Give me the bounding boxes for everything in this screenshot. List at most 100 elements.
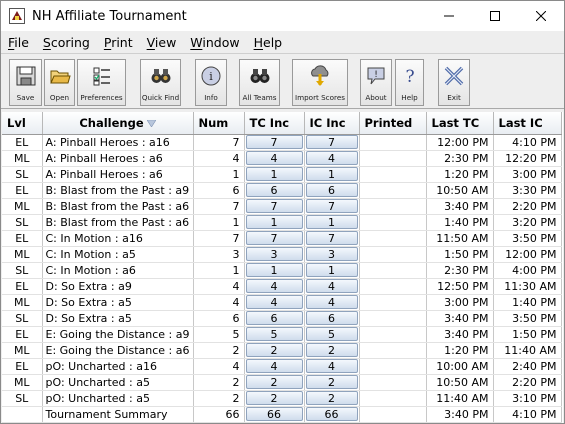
- challenge-cell: pO: Uncharted : a5: [42, 374, 194, 391]
- table-row[interactable]: ML pO: Uncharted : a5 2 2 2 10:50 AM 2:20 PM: [2, 374, 562, 391]
- menu-print[interactable]: Print: [104, 35, 133, 50]
- menu-scoring[interactable]: Scoring: [43, 35, 90, 50]
- menu-view[interactable]: View: [147, 35, 177, 50]
- last-ic-cell: 11:30 AM: [493, 278, 562, 295]
- printed-cell: [359, 374, 427, 391]
- ic-inc-button[interactable]: 7: [305, 199, 358, 213]
- maximize-button[interactable]: [472, 1, 518, 31]
- preferences-button[interactable]: Preferences: [77, 59, 126, 106]
- tc-inc-button[interactable]: 4: [245, 279, 303, 293]
- summary-row[interactable]: Tournament Summary 66 66 66 3:40 PM 4:10 PM: [2, 406, 562, 423]
- open-button[interactable]: Open: [44, 59, 75, 106]
- ic-inc-button[interactable]: 7: [305, 231, 358, 245]
- column-header-tc-inc[interactable]: TC Inc: [244, 112, 305, 135]
- last-tc-cell: 10:50 AM: [426, 374, 494, 391]
- tc-inc-button[interactable]: 4: [245, 295, 303, 309]
- table-row[interactable]: SL B: Blast from the Past : a6 1 1 1 1:40 PM 3…: [2, 214, 562, 231]
- column-header-num[interactable]: Num: [193, 112, 245, 135]
- save-button[interactable]: Save: [9, 59, 42, 106]
- tc-inc-button[interactable]: 3: [245, 247, 303, 261]
- column-header-printed[interactable]: Printed: [359, 112, 427, 135]
- tc-inc-button[interactable]: 2: [245, 375, 303, 389]
- lvl-cell: ML: [2, 246, 43, 263]
- table-row[interactable]: SL pO: Uncharted : a5 2 2 2 11:40 AM 3:10 PM: [2, 390, 562, 407]
- lvl-cell: ML: [2, 342, 43, 359]
- ic-inc-button[interactable]: 1: [305, 263, 358, 277]
- lvl-cell: EL: [2, 134, 43, 151]
- tc-inc-button[interactable]: 4: [245, 359, 303, 373]
- ic-inc-button[interactable]: 4: [305, 279, 358, 293]
- ic-inc-button[interactable]: 5: [305, 327, 358, 341]
- tc-inc-button[interactable]: 2: [245, 343, 303, 357]
- ic-inc-button[interactable]: 4: [305, 151, 358, 165]
- table-row[interactable]: SL C: In Motion : a6 1 1 1 2:30 PM 4:00 PM: [2, 262, 562, 279]
- ic-inc-button[interactable]: 3: [305, 247, 358, 261]
- tc-inc-button[interactable]: 1: [245, 263, 303, 277]
- last-tc-cell: 3:00 PM: [426, 294, 494, 311]
- tc-inc-button[interactable]: 2: [245, 391, 303, 405]
- table-row[interactable]: EL A: Pinball Heroes : a16 7 7 7 12:00 PM 4:10…: [2, 134, 562, 151]
- num-cell: 1: [193, 214, 245, 231]
- about-button[interactable]: ! About: [360, 59, 392, 106]
- tc-inc-button[interactable]: 5: [245, 327, 303, 341]
- tc-inc-button[interactable]: 6: [245, 183, 303, 197]
- ic-inc-button[interactable]: 1: [305, 215, 358, 229]
- table-row[interactable]: ML D: So Extra : a5 4 4 4 3:00 PM 1:40 PM: [2, 294, 562, 311]
- column-header-ic-inc[interactable]: IC Inc: [304, 112, 360, 135]
- table-row[interactable]: ML A: Pinball Heroes : a6 4 4 4 2:30 PM 12:20 …: [2, 150, 562, 167]
- ic-inc-button[interactable]: 4: [305, 295, 358, 309]
- table-row[interactable]: EL pO: Uncharted : a16 4 4 4 10:00 AM 2:40 PM: [2, 358, 562, 375]
- table-row[interactable]: SL D: So Extra : a5 6 6 6 3:40 PM 3:50 PM: [2, 310, 562, 327]
- printed-cell: [359, 166, 427, 183]
- menu-help[interactable]: Help: [254, 35, 283, 50]
- printed-cell: [359, 358, 427, 375]
- table-row[interactable]: EL B: Blast from the Past : a9 6 6 6 10:50 AM…: [2, 182, 562, 199]
- tc-inc-button[interactable]: 66: [245, 407, 303, 421]
- help-button[interactable]: ? Help: [395, 59, 424, 106]
- table-row[interactable]: ML E: Going the Distance : a6 2 2 2 1:20 PM 11…: [2, 342, 562, 359]
- column-header-last-ic[interactable]: Last IC: [493, 112, 562, 135]
- all-teams-button[interactable]: All Teams: [239, 59, 280, 106]
- table-row[interactable]: EL D: So Extra : a9 4 4 4 12:50 PM 11:30 AM: [2, 278, 562, 295]
- table-row[interactable]: EL C: In Motion : a16 7 7 7 11:50 AM 3:50 PM: [2, 230, 562, 247]
- tc-inc-button[interactable]: 7: [245, 135, 303, 149]
- info-button[interactable]: i Info: [195, 59, 227, 106]
- minimize-button[interactable]: [426, 1, 472, 31]
- table-row[interactable]: EL E: Going the Distance : a9 5 5 5 3:40 PM 1:…: [2, 326, 562, 343]
- ic-inc-button[interactable]: 1: [305, 167, 358, 181]
- tc-inc-button[interactable]: 7: [245, 231, 303, 245]
- ic-inc-button[interactable]: 66: [305, 407, 358, 421]
- svg-text:!: !: [374, 70, 378, 80]
- import-scores-button[interactable]: Import Scores: [292, 59, 348, 106]
- quick-find-button[interactable]: Quick Find: [140, 59, 181, 106]
- column-header-lvl[interactable]: Lvl: [2, 112, 43, 135]
- table-row[interactable]: ML C: In Motion : a5 3 3 3 1:50 PM 12:00 PM: [2, 246, 562, 263]
- menu-window[interactable]: Window: [190, 35, 239, 50]
- close-icon: [536, 11, 546, 21]
- menu-file[interactable]: File: [8, 35, 29, 50]
- ic-inc-button[interactable]: 6: [305, 183, 358, 197]
- table-row[interactable]: SL A: Pinball Heroes : a6 1 1 1 1:20 PM 3:00 P…: [2, 166, 562, 183]
- exit-button[interactable]: Exit: [438, 59, 470, 106]
- column-header-last-tc[interactable]: Last TC: [426, 112, 494, 135]
- tc-inc-button[interactable]: 1: [245, 167, 303, 181]
- svg-text:?: ?: [405, 67, 414, 87]
- toolbar: Save Open Preferences Quick Find i Info …: [1, 53, 564, 109]
- tc-inc-cell: 1: [244, 166, 305, 183]
- tc-inc-button[interactable]: 7: [245, 199, 303, 213]
- tc-inc-button[interactable]: 6: [245, 311, 303, 325]
- ic-inc-button[interactable]: 2: [305, 375, 358, 389]
- ic-inc-button[interactable]: 2: [305, 343, 358, 357]
- table-row[interactable]: ML B: Blast from the Past : a6 7 7 7 3:40 PM 2…: [2, 198, 562, 215]
- app-window: NH Affiliate Tournament File Scoring Pri…: [0, 0, 565, 424]
- ic-inc-button[interactable]: 4: [305, 359, 358, 373]
- ic-inc-button[interactable]: 2: [305, 391, 358, 405]
- tc-inc-button[interactable]: 4: [245, 151, 303, 165]
- ic-inc-button[interactable]: 7: [305, 135, 358, 149]
- close-button[interactable]: [518, 1, 564, 31]
- ic-inc-button[interactable]: 6: [305, 311, 358, 325]
- last-ic-cell: 3:10 PM: [493, 390, 562, 407]
- column-header-challenge[interactable]: Challenge: [42, 112, 194, 135]
- tc-inc-button[interactable]: 1: [245, 215, 303, 229]
- import-cloud-icon: [311, 65, 329, 86]
